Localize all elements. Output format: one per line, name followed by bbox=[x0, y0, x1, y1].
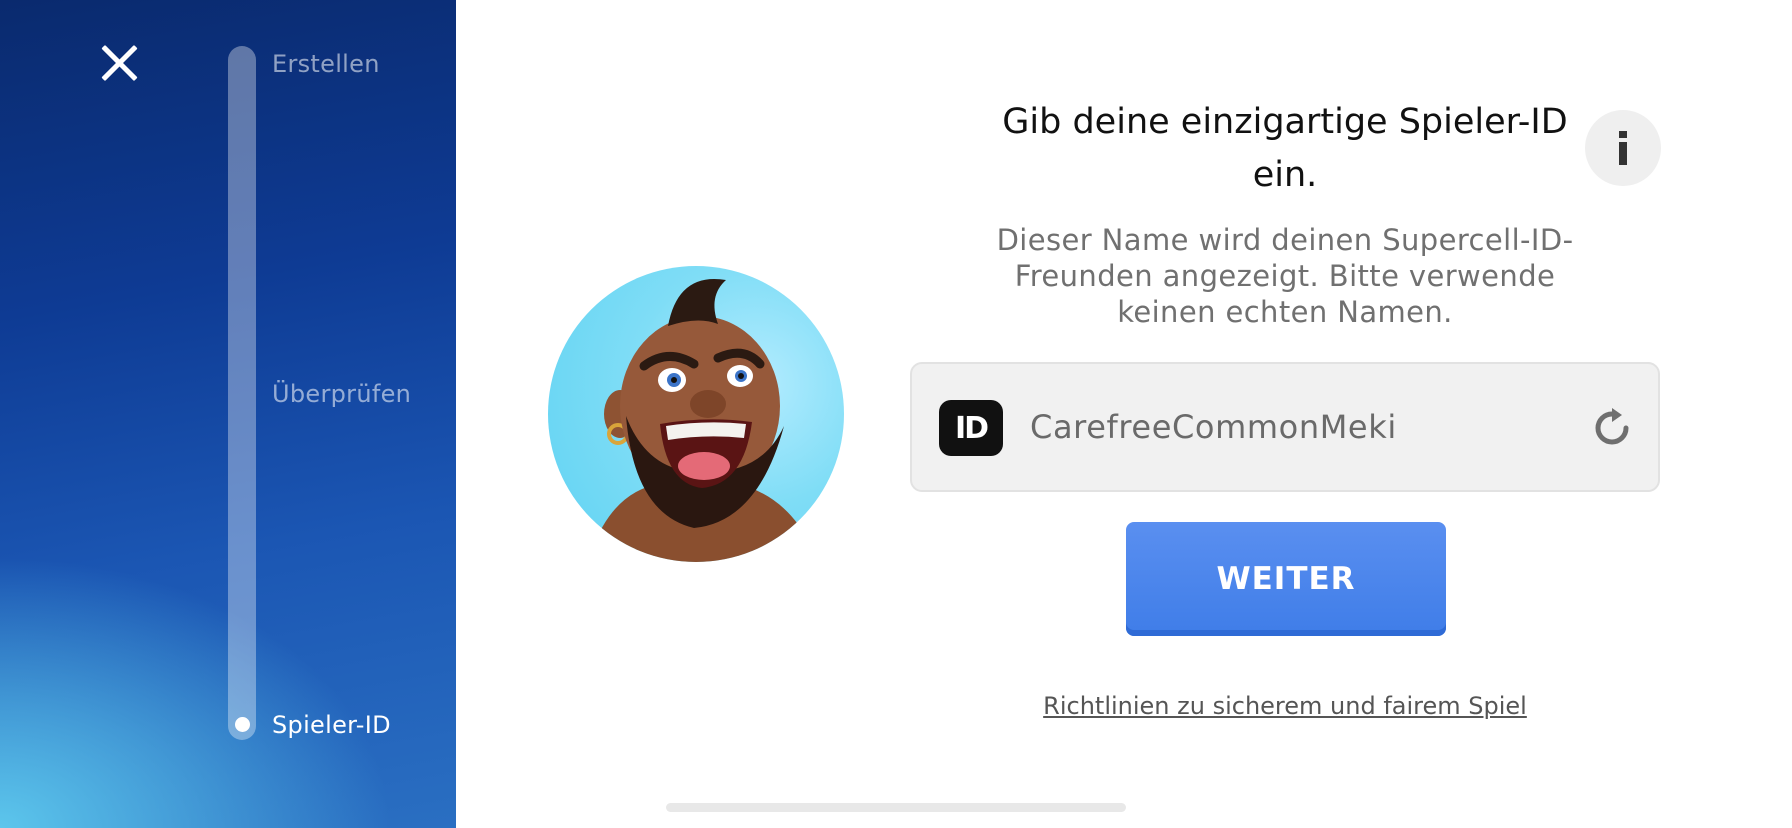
policy-link[interactable]: Richtlinien zu sicherem und fairem Spiel bbox=[990, 692, 1580, 720]
hog-rider-portrait bbox=[588, 278, 818, 562]
refresh-icon bbox=[1595, 408, 1629, 445]
continue-button[interactable]: WEITER bbox=[1126, 522, 1446, 636]
progress-indicator bbox=[235, 717, 250, 732]
player-id-field: ID bbox=[910, 362, 1660, 492]
info-icon bbox=[1619, 131, 1627, 165]
progress-track bbox=[228, 46, 256, 740]
page-subtitle: Dieser Name wird deinen Supercell-ID-Fre… bbox=[996, 223, 1574, 329]
supercell-id-logo: ID bbox=[939, 400, 1003, 456]
home-indicator[interactable] bbox=[666, 803, 1126, 812]
info-button[interactable] bbox=[1585, 110, 1661, 186]
avatar bbox=[548, 266, 844, 562]
progress-panel: Erstellen Überprüfen Spieler-ID bbox=[0, 0, 456, 828]
step-create: Erstellen bbox=[272, 50, 380, 78]
page-title: Gib deine einzigartige Spieler-ID ein. bbox=[1002, 102, 1568, 195]
refresh-button[interactable] bbox=[1592, 408, 1632, 448]
step-verify: Überprüfen bbox=[272, 380, 412, 408]
player-id-input[interactable] bbox=[1030, 394, 1570, 460]
step-player-id: Spieler-ID bbox=[272, 711, 391, 739]
close-icon[interactable] bbox=[96, 40, 142, 86]
